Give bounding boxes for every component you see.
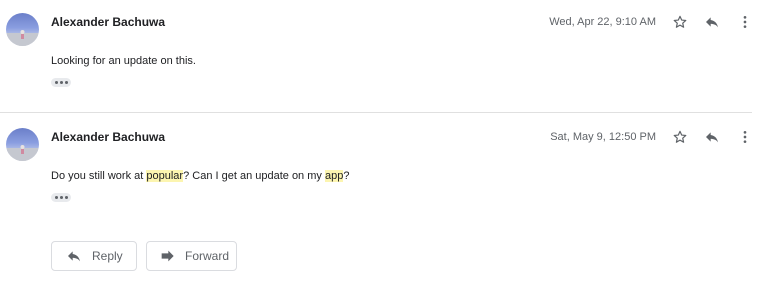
reply-icon[interactable]	[702, 127, 722, 147]
body-text-part: Do you still work at	[51, 170, 147, 182]
email-message-1: Alexander Bachuwa Wed, Apr 22, 9:10 AM L…	[0, 0, 768, 112]
dot	[64, 81, 68, 84]
forward-label: Forward	[185, 249, 230, 263]
message-body: Looking for an update on this.	[51, 55, 196, 67]
show-trimmed-content-button[interactable]	[51, 193, 71, 202]
highlighted-term: popular	[146, 170, 184, 182]
highlighted-term: app	[324, 170, 344, 182]
dot	[59, 196, 63, 199]
sender-name: Alexander Bachuwa	[51, 15, 166, 29]
reply-icon	[66, 248, 82, 264]
forward-icon	[159, 248, 175, 264]
sender-avatar[interactable]	[6, 128, 39, 161]
body-text-part: ?	[343, 170, 350, 182]
message-date: Wed, Apr 22, 9:10 AM	[549, 16, 656, 28]
sender-name: Alexander Bachuwa	[51, 130, 166, 144]
dot	[59, 81, 63, 84]
email-message-2: Alexander Bachuwa Sat, May 9, 12:50 PM D…	[0, 115, 768, 220]
reply-button[interactable]: Reply	[51, 241, 137, 271]
message-divider	[0, 112, 752, 113]
dot	[54, 196, 58, 199]
dot	[64, 196, 68, 199]
message-date: Sat, May 9, 12:50 PM	[550, 131, 656, 143]
more-vert-icon[interactable]	[735, 12, 755, 32]
show-trimmed-content-button[interactable]	[51, 78, 71, 87]
reply-icon[interactable]	[702, 12, 722, 32]
message-body: Do you still work at popular? Can I get …	[51, 170, 349, 182]
body-text-part: ? Can I get an update on my	[183, 170, 325, 182]
sender-avatar[interactable]	[6, 13, 39, 46]
forward-button[interactable]: Forward	[146, 241, 237, 271]
more-vert-icon[interactable]	[735, 127, 755, 147]
star-icon[interactable]	[670, 127, 690, 147]
reply-label: Reply	[92, 249, 123, 263]
star-icon[interactable]	[670, 12, 690, 32]
dot	[54, 81, 58, 84]
